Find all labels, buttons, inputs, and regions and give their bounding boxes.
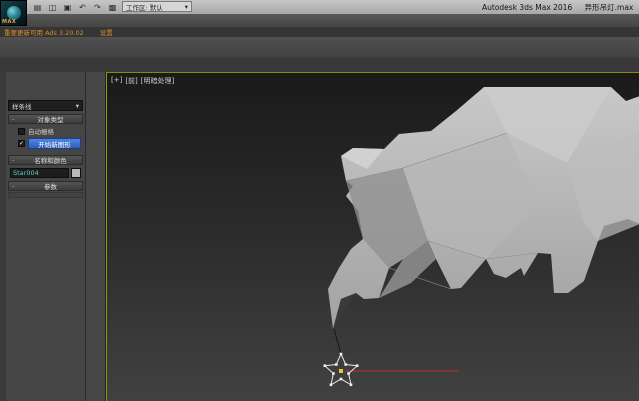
- rollout-title: 名称和颜色: [22, 155, 79, 165]
- terrain-mesh: [328, 87, 639, 329]
- 3ds-max-window: MAX ▤◫▣↶↷▩ 工作区: 默认 ▾ Autodesk 3ds Max 20…: [0, 0, 639, 401]
- shape-category-value: 样条线: [12, 101, 32, 111]
- file-name: 异形吊灯.max: [585, 3, 634, 12]
- star-spline-gizmo[interactable]: [324, 353, 460, 386]
- workspace-selector[interactable]: 工作区: 默认 ▾: [122, 1, 192, 12]
- object-name-field[interactable]: Star004: [10, 168, 69, 178]
- rollout-object-type[interactable]: - 对象类型: [8, 114, 83, 124]
- name-color-row: Star004: [10, 168, 81, 178]
- chevron-down-icon: ▾: [76, 102, 79, 110]
- viewport-front[interactable]: [+] [前] [明暗处理]: [106, 72, 639, 401]
- notification-bar: 重要更新可用 Ads 3.20.02 设置: [0, 27, 639, 37]
- autogrid-label: 自动栅格: [28, 126, 54, 136]
- menu-bar: [0, 14, 639, 27]
- viewport-canvas: [107, 73, 639, 401]
- undo-small-icon[interactable]: ↶: [76, 2, 89, 13]
- star-parameters: [8, 192, 83, 198]
- max-logo-button[interactable]: MAX: [0, 0, 27, 26]
- rollout-sign: -: [12, 182, 18, 190]
- autogrid-checkbox[interactable]: [18, 128, 25, 135]
- create-category-tabs: [6, 85, 85, 98]
- viewport-label: [+] [前] [明暗处理]: [111, 76, 174, 86]
- max-logo-label: MAX: [2, 19, 16, 25]
- update-notification-text: 重要更新可用 Ads 3.20.02: [4, 27, 84, 37]
- viewport-menu-view[interactable]: [前]: [125, 76, 137, 86]
- gizmo-center-handle[interactable]: [339, 369, 343, 373]
- window-title: Autodesk 3ds Max 2016 异形吊灯.max: [482, 2, 633, 13]
- open-file-icon[interactable]: ◫: [46, 2, 59, 13]
- viewport-menu-shading[interactable]: [明暗处理]: [141, 76, 174, 86]
- autogrid-row[interactable]: 自动栅格: [18, 126, 85, 136]
- start-new-shape-button[interactable]: 开始新图形: [28, 138, 81, 149]
- rollout-sign: -: [12, 156, 18, 164]
- spline-drag-line: [334, 329, 341, 354]
- save-file-icon[interactable]: ▣: [61, 2, 74, 13]
- freeform-tool-strip: [86, 72, 106, 401]
- rollout-title: 对象类型: [22, 114, 79, 124]
- workspace-label: 工作区: 默认: [126, 2, 163, 12]
- project-folder-icon[interactable]: ▩: [106, 2, 119, 13]
- quick-access-toolbar: ▤◫▣↶↷▩: [31, 1, 119, 13]
- viewport-menu-plus[interactable]: [+]: [111, 76, 122, 86]
- command-panel: 样条线 ▾ - 对象类型 自动栅格 ✓ 开始新图形 - 名称和颜色 Star00…: [0, 72, 86, 401]
- app-title: Autodesk 3ds Max 2016: [482, 3, 572, 12]
- max-logo-icon: [7, 6, 21, 20]
- main-toolbar: [0, 37, 639, 58]
- rollout-parameters[interactable]: - 参数: [8, 181, 83, 191]
- new-scene-icon[interactable]: ▤: [31, 2, 44, 13]
- start-new-shape-checkbox[interactable]: ✓: [18, 140, 25, 147]
- command-panel-tabs: [6, 72, 85, 85]
- redo-small-icon[interactable]: ↷: [91, 2, 104, 13]
- chevron-down-icon: ▾: [185, 3, 188, 11]
- rollout-sign: -: [12, 115, 18, 123]
- titlebar: MAX ▤◫▣↶↷▩ 工作区: 默认 ▾ Autodesk 3ds Max 20…: [0, 0, 639, 14]
- start-new-shape-row: ✓ 开始新图形: [18, 138, 81, 149]
- rollout-name-color[interactable]: - 名称和颜色: [8, 155, 83, 165]
- rollout-title: 参数: [22, 181, 79, 191]
- ribbon-tabs: [0, 58, 639, 72]
- shape-category-dropdown[interactable]: 样条线 ▾: [8, 100, 83, 111]
- object-color-swatch[interactable]: [71, 168, 81, 178]
- settings-link[interactable]: 设置: [100, 27, 113, 37]
